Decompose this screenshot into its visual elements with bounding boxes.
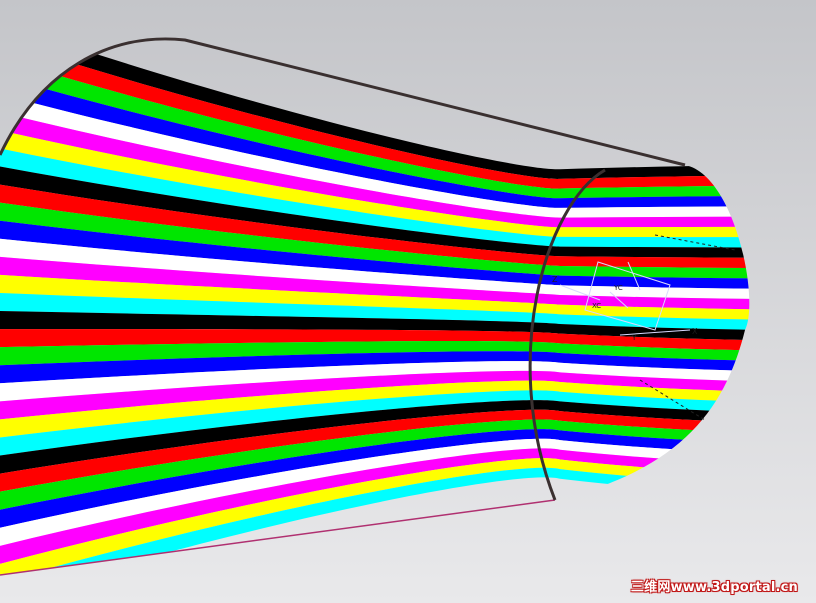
triad-label-y: Y <box>631 334 637 342</box>
watermark-logo: 三维网www.3dportal.cn <box>630 580 798 595</box>
triad-label-z: Z <box>552 275 558 284</box>
triad-label-yc: YC <box>613 284 623 292</box>
triad-label-x: X <box>692 327 698 336</box>
graphics-viewport[interactable]: Z YC XC Y X <box>0 0 816 603</box>
triad-label-xc: XC <box>592 302 601 310</box>
